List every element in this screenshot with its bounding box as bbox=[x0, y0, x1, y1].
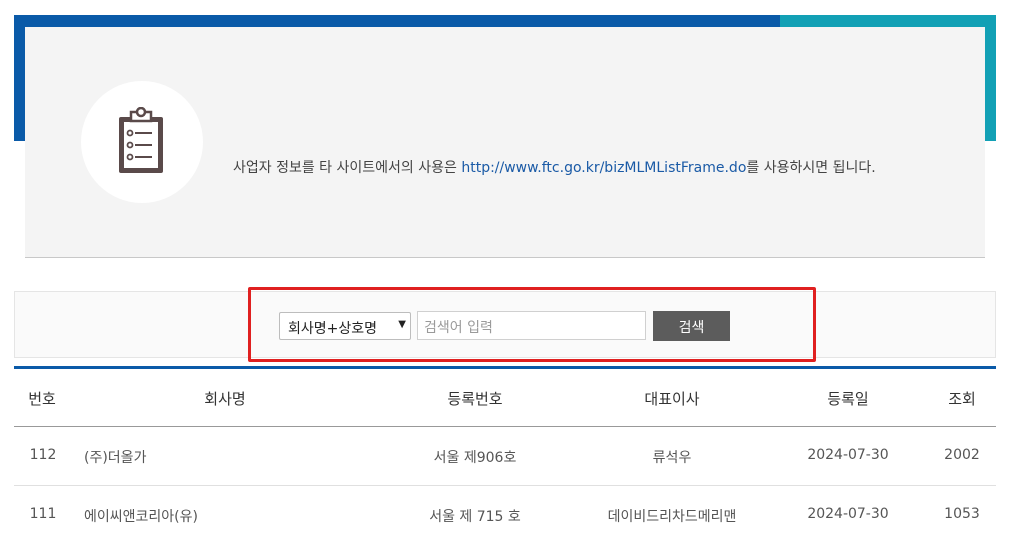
table-row[interactable]: 112 (주)더올가 서울 제906호 류석우 2024-07-30 2002 bbox=[14, 427, 996, 486]
cell-views: 2002 bbox=[944, 447, 980, 463]
clipboard-list-icon bbox=[119, 107, 163, 173]
info-box: 사업자 정보를 타 사이트에서의 사용은 http://www.ftc.go.k… bbox=[25, 27, 985, 258]
header-frame-left bbox=[14, 15, 25, 141]
header-ceo: 대표이사 bbox=[644, 390, 700, 408]
cell-ceo: 데이비드리차드메리맨 bbox=[607, 509, 737, 525]
cell-company[interactable]: (주)더올가 bbox=[84, 447, 146, 467]
header-reg-date: 등록일 bbox=[827, 390, 869, 408]
ftc-link[interactable]: http://www.ftc.go.kr/bizMLMListFrame.do bbox=[461, 160, 746, 176]
cell-ceo: 류석우 bbox=[652, 450, 692, 466]
cell-no: 111 bbox=[29, 506, 57, 522]
info-text-before: 사업자 정보를 타 사이트에서의 사용은 bbox=[233, 160, 462, 176]
table-row[interactable]: 111 에이씨앤코리아(유) 서울 제 715 호 데이비드리차드메리맨 202… bbox=[14, 486, 996, 538]
cell-reg-date: 2024-07-30 bbox=[807, 447, 889, 463]
header-no: 번호 bbox=[28, 390, 56, 408]
cell-no: 112 bbox=[29, 447, 57, 463]
cell-company[interactable]: 에이씨앤코리아(유) bbox=[84, 506, 198, 526]
info-text-after: 를 사용하시면 됩니다. bbox=[746, 160, 876, 176]
cell-reg-no: 서울 제906호 bbox=[433, 450, 517, 466]
table-header: 번호 회사명 등록번호 대표이사 등록일 조회 bbox=[14, 369, 996, 427]
header-frame-top-teal bbox=[780, 15, 996, 27]
icon-circle bbox=[81, 81, 203, 203]
header-company: 회사명 bbox=[204, 390, 246, 408]
search-highlight-box bbox=[248, 287, 816, 362]
cell-views: 1053 bbox=[944, 506, 980, 522]
cell-reg-date: 2024-07-30 bbox=[807, 506, 889, 522]
header-reg-no: 등록번호 bbox=[447, 390, 503, 408]
header-views: 조회 bbox=[948, 390, 976, 408]
cell-reg-no: 서울 제 715 호 bbox=[429, 509, 521, 525]
header-frame-top-blue bbox=[14, 15, 780, 27]
info-text: 사업자 정보를 타 사이트에서의 사용은 http://www.ftc.go.k… bbox=[233, 157, 876, 177]
header-frame-right bbox=[985, 15, 996, 141]
